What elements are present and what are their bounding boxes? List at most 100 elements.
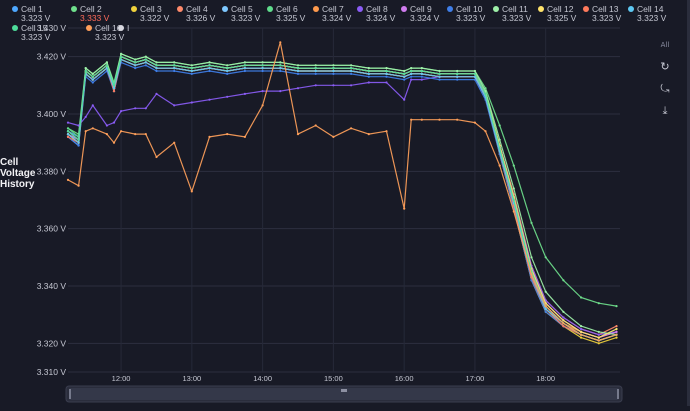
data-point (226, 72, 229, 75)
data-point (190, 64, 193, 67)
data-point (615, 333, 618, 336)
data-point (562, 322, 565, 325)
data-point (473, 121, 476, 124)
data-point (144, 55, 147, 58)
legend-item[interactable]: Cell 14 3.323 V (628, 5, 666, 23)
data-point (580, 336, 583, 339)
data-point (580, 327, 583, 331)
data-point (105, 124, 108, 127)
data-point (350, 67, 353, 70)
data-point (350, 84, 353, 87)
legend-value: 3.323 V (21, 32, 51, 42)
data-point (173, 69, 176, 73)
data-point (112, 84, 116, 87)
data-point (279, 67, 282, 70)
legend-marker (493, 6, 499, 12)
legend-value: 3.324 V (322, 13, 352, 23)
data-point (84, 115, 87, 118)
data-point (226, 133, 229, 136)
data-point (403, 69, 406, 73)
collapse-all-button[interactable]: All (656, 38, 674, 52)
data-point (261, 64, 264, 67)
data-point (208, 135, 211, 138)
data-point (66, 178, 70, 181)
x-tick-label: 14:00 (253, 374, 272, 383)
legend-item[interactable]: Cell 12 3.325 V (538, 5, 576, 23)
legend-item[interactable]: Cell 4 3.326 V (177, 5, 215, 23)
data-point (105, 64, 108, 67)
legend-item[interactable]: Cell 15 3.323 V (12, 24, 51, 42)
data-point (144, 64, 147, 67)
legend-item[interactable]: I (118, 24, 129, 33)
data-point (410, 72, 413, 75)
series-line (67, 53, 617, 307)
legend-item[interactable]: Cell 9 3.324 V (401, 5, 440, 23)
data-point (484, 92, 487, 95)
legend-item[interactable]: Cell 5 3.323 V (222, 5, 261, 23)
legend-item[interactable]: Cell 3 3.322 V (131, 5, 169, 23)
zoom-reset-icon[interactable]: ⤿ (656, 82, 674, 96)
y-tick-label: 3.320 V (37, 338, 67, 348)
series-line (67, 56, 617, 339)
legend-value: 3.323 V (21, 13, 51, 23)
data-point (530, 221, 533, 224)
data-point (243, 92, 246, 95)
chart-area: 3.430 V 3.420 V 3.400 V 3.380 V 3.360 V 3.340… (0, 0, 690, 406)
legend-marker (357, 6, 363, 12)
download-icon[interactable]: ⤓ (656, 104, 674, 118)
data-point (367, 75, 370, 78)
data-point (77, 141, 80, 144)
data-point (597, 339, 600, 342)
legend-marker (447, 6, 453, 12)
x-tick-label: 12:00 (112, 374, 131, 383)
data-point (105, 133, 108, 136)
x-tick-label: 16:00 (395, 374, 414, 383)
data-point (91, 75, 94, 78)
y-tick-label: 3.420 V (37, 52, 67, 62)
legend-item[interactable]: Cell 11 3.323 V (493, 5, 531, 23)
data-point (91, 72, 94, 75)
data-point (155, 155, 158, 159)
data-point (512, 164, 515, 167)
data-point (403, 78, 406, 81)
data-point (155, 69, 158, 73)
legend-value: 3.323 V (231, 13, 261, 23)
legend-item[interactable]: Cell 10 3.323 V (447, 5, 485, 23)
data-point (410, 75, 413, 78)
data-point (77, 138, 80, 141)
data-point (456, 118, 459, 121)
data-point (512, 210, 515, 213)
data-point (134, 61, 137, 64)
data-point (385, 75, 388, 78)
data-point (279, 61, 282, 64)
data-point (296, 133, 300, 136)
data-point (530, 256, 533, 259)
series-line (67, 56, 617, 342)
refresh-icon[interactable]: ↻ (656, 60, 674, 74)
legend-value: 3.323 V (95, 32, 125, 42)
data-point (350, 127, 353, 130)
chart-side-title: Cell Voltage History (0, 157, 35, 190)
data-point (208, 98, 211, 101)
legend-value: 3.325 V (276, 13, 306, 23)
legend-item[interactable]: Cell 2 3.333 V (71, 5, 109, 23)
data-point (173, 141, 176, 144)
legend-item[interactable]: Cell 13 3.323 V (583, 5, 621, 23)
legend-item[interactable]: Cell 6 3.325 V (267, 5, 306, 23)
legend-item[interactable]: Cell 1 3.323 V (12, 5, 51, 23)
data-point (261, 69, 264, 73)
data-point (144, 58, 147, 61)
data-point (279, 90, 282, 93)
data-point (544, 310, 547, 313)
legend-value: 3.324 V (410, 13, 440, 23)
data-point (615, 325, 618, 328)
series-line (67, 56, 617, 339)
y-tick-label: 3.400 V (37, 109, 67, 119)
legend-item[interactable]: Cell 8 3.324 V (357, 5, 395, 23)
data-point (155, 61, 158, 64)
data-point (296, 67, 300, 70)
legend-item[interactable]: Cell 7 3.324 V (313, 5, 352, 23)
data-point (190, 67, 193, 70)
series-line (67, 53, 617, 336)
data-point (84, 130, 87, 133)
